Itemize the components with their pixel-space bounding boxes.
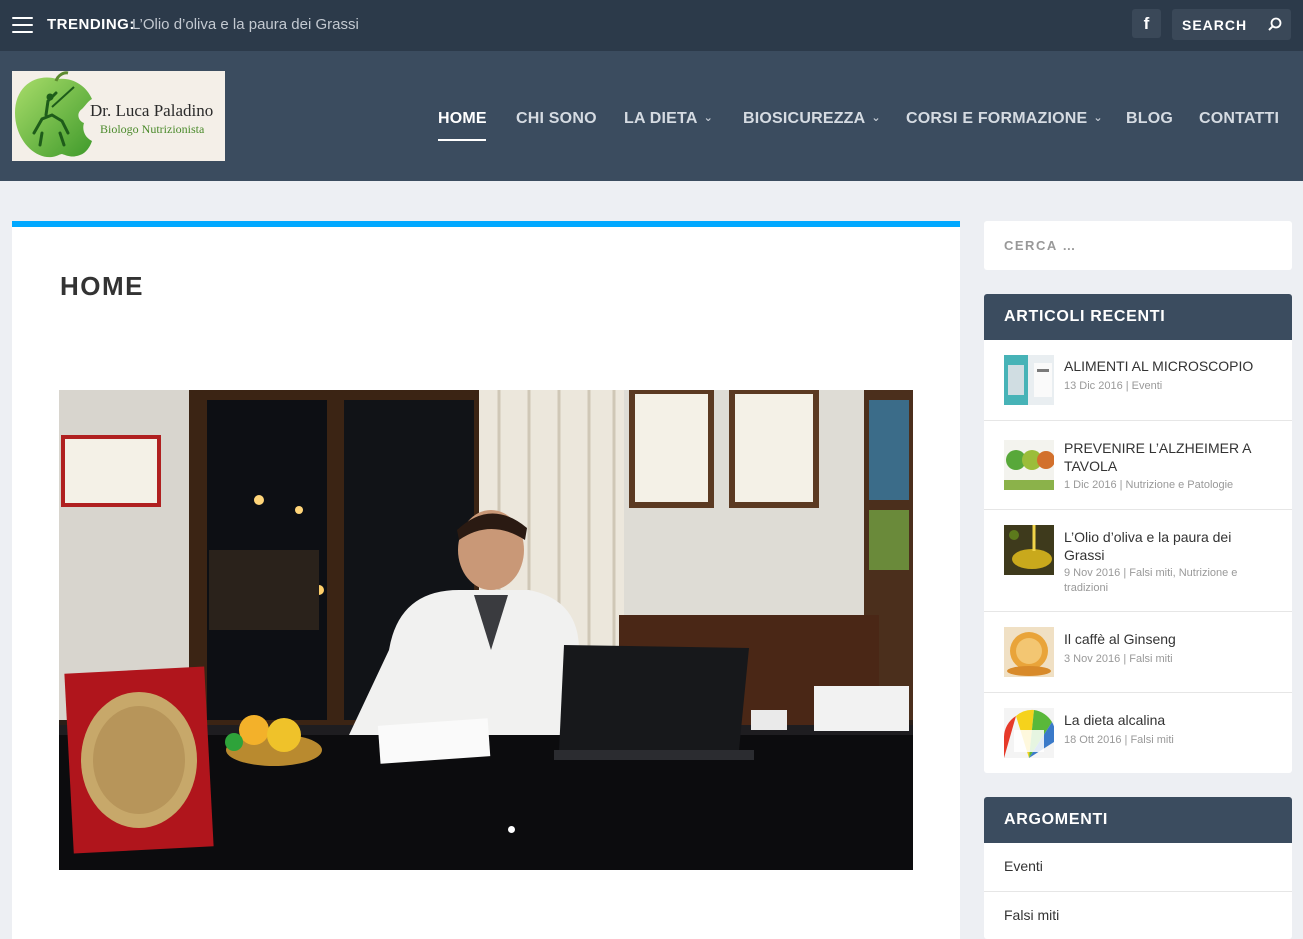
post-thumbnail[interactable]	[1004, 708, 1054, 758]
facebook-icon[interactable]: f	[1132, 9, 1161, 38]
search-box[interactable]: SEARCH	[1172, 9, 1291, 40]
office-photo-illustration	[59, 390, 913, 870]
main-content: HOME	[12, 221, 960, 939]
chevron-down-icon: ⌄	[703, 112, 714, 124]
topics-widget: ARGOMENTI Eventi Falsi miti	[984, 797, 1292, 939]
topic-link-falsi-miti[interactable]: Falsi miti	[984, 907, 1292, 923]
post-meta: 1 Dic 2016 | Nutrizione e Patologie	[1064, 479, 1234, 491]
logo-subtitle: Biologo Nutrizionista	[100, 122, 205, 136]
post-thumbnail[interactable]	[1004, 627, 1054, 677]
recent-posts-widget: ARTICOLI RECENTI ALIMENTI AL MICROSCOPIO…	[984, 294, 1292, 773]
nav-corsi-label: CORSI E FORMAZIONE	[906, 110, 1088, 127]
post-title[interactable]: ALIMENTI AL MICROSCOPIO	[1064, 357, 1274, 375]
post-meta: 3 Nov 2016 | Falsi miti	[1064, 653, 1173, 665]
sidebar-search[interactable]: CERCA …	[984, 221, 1292, 270]
post-meta: 13 Dic 2016 | Eventi	[1064, 380, 1163, 392]
divider	[984, 891, 1292, 892]
post-meta: 9 Nov 2016 | Falsi miti, Nutrizione e tr…	[1064, 567, 1238, 594]
post-thumbnail[interactable]	[1004, 355, 1054, 405]
ph-scale-thumbnail-icon	[1004, 708, 1054, 758]
microscope-thumbnail-icon	[1004, 355, 1054, 405]
menu-icon[interactable]	[12, 17, 33, 33]
nav-chi-sono[interactable]: CHI SONO	[516, 110, 597, 128]
top-bar: TRENDING: L’Olio d’oliva e la paura dei …	[0, 0, 1303, 51]
post-title[interactable]: L’Olio d’oliva e la paura dei Grassi	[1064, 528, 1274, 564]
page-title: HOME	[60, 271, 144, 301]
post-title[interactable]: Il caffè al Ginseng	[1064, 630, 1274, 648]
chevron-down-icon: ⌄	[871, 112, 881, 124]
post-title[interactable]: PREVENIRE L’ALZHEIMER A TAVOLA	[1064, 439, 1274, 475]
coffee-cup-thumbnail-icon	[1004, 627, 1054, 677]
nav-la-dieta[interactable]: LA DIETA ⌄	[624, 110, 713, 128]
nav-home[interactable]: HOME	[438, 110, 487, 128]
recent-post-item[interactable]: ALIMENTI AL MICROSCOPIO 13 Dic 2016 | Ev…	[984, 340, 1292, 421]
recent-post-item[interactable]: La dieta alcalina 18 Ott 2016 | Falsi mi…	[984, 693, 1292, 773]
post-thumbnail[interactable]	[1004, 440, 1054, 490]
logo-name: Dr. Luca Paladino	[90, 101, 214, 120]
nav-la-dieta-label: LA DIETA	[624, 110, 698, 127]
recent-posts-heading: ARTICOLI RECENTI	[984, 294, 1292, 340]
nav-biosicurezza[interactable]: BIOSICUREZZA ⌄	[743, 110, 881, 128]
recent-post-item[interactable]: Il caffè al Ginseng 3 Nov 2016 | Falsi m…	[984, 612, 1292, 693]
tree-heads-thumbnail-icon	[1004, 440, 1054, 490]
site-header: Dr. Luca Paladino Biologo Nutrizionista …	[0, 51, 1303, 181]
chevron-down-icon: ⌄	[1093, 112, 1103, 124]
hero-slider-image[interactable]	[59, 390, 913, 870]
nav-contatti[interactable]: CONTATTI	[1199, 110, 1279, 128]
search-icon[interactable]	[1268, 17, 1282, 31]
topic-link-eventi[interactable]: Eventi	[984, 858, 1292, 874]
active-nav-indicator	[438, 139, 486, 141]
recent-post-item[interactable]: PREVENIRE L’ALZHEIMER A TAVOLA 1 Dic 201…	[984, 421, 1292, 510]
trending-link[interactable]: L’Olio d’oliva e la paura dei Grassi	[132, 16, 359, 33]
nav-blog[interactable]: BLOG	[1126, 110, 1173, 128]
site-logo[interactable]: Dr. Luca Paladino Biologo Nutrizionista	[12, 71, 225, 161]
topics-heading: ARGOMENTI	[984, 797, 1292, 843]
post-title[interactable]: La dieta alcalina	[1064, 711, 1274, 729]
post-meta: 18 Ott 2016 | Falsi miti	[1064, 734, 1174, 746]
slider-dot[interactable]	[508, 826, 515, 833]
search-input[interactable]: SEARCH	[1182, 17, 1247, 33]
olive-oil-thumbnail-icon	[1004, 525, 1054, 575]
sidebar-search-input[interactable]: CERCA …	[1004, 238, 1077, 253]
nav-corsi-formazione[interactable]: CORSI E FORMAZIONE ⌄	[906, 110, 1103, 128]
trending-label: TRENDING:	[47, 16, 135, 33]
nav-biosicurezza-label: BIOSICUREZZA	[743, 110, 866, 127]
post-thumbnail[interactable]	[1004, 525, 1054, 575]
recent-post-item[interactable]: L’Olio d’oliva e la paura dei Grassi 9 N…	[984, 510, 1292, 612]
